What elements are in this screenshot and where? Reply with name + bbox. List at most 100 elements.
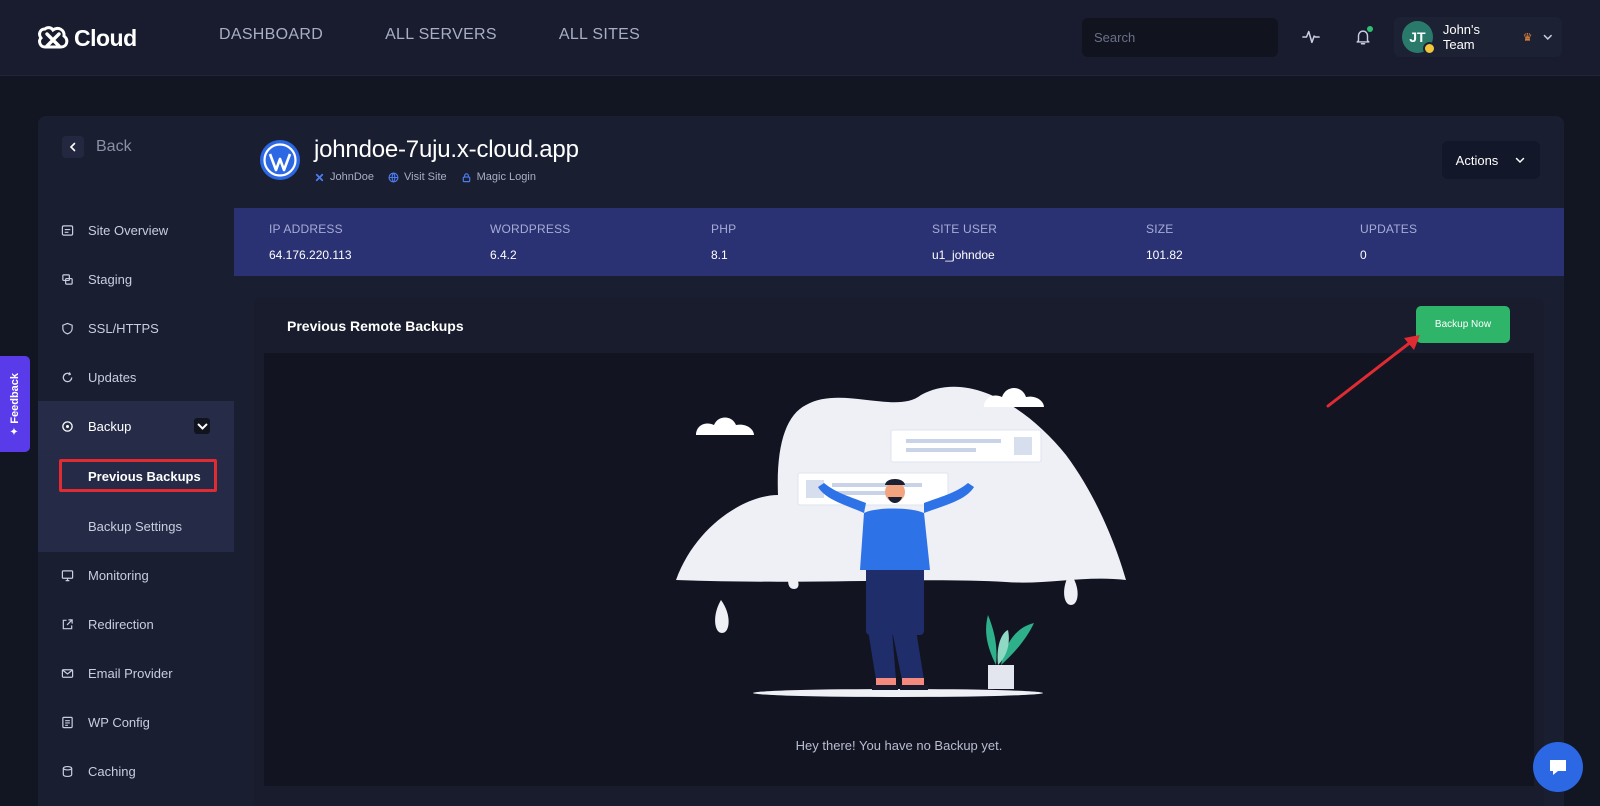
team-switcher[interactable]: JT John's Team ♛ (1394, 17, 1562, 57)
empty-state-message: Hey there! You have no Backup yet. (795, 738, 1003, 753)
sidebar-item-site-overview[interactable]: Site Overview (38, 205, 234, 255)
sidebar-item-monitoring[interactable]: Monitoring (38, 550, 234, 600)
feedback-text: Feedback (9, 372, 22, 424)
notification-dot (1367, 26, 1373, 32)
sidebar-item-backup[interactable]: Backup (38, 401, 234, 451)
sidebar-item-ssl[interactable]: SSL/HTTPS (38, 303, 234, 353)
stat-label: WORDPRESS (490, 222, 571, 236)
refresh-icon (62, 371, 73, 382)
main-nav: DASHBOARD ALL SERVERS ALL SITES (219, 26, 640, 44)
sidebar-item-redirection[interactable]: Redirection (38, 599, 234, 649)
lock-icon (462, 172, 470, 182)
stat-wordpress: WORDPRESS 6.4.2 (490, 222, 570, 262)
visit-site-link[interactable]: Visit Site (388, 171, 447, 183)
sidebar-item-caching[interactable]: Caching (38, 746, 234, 796)
nav-all-servers[interactable]: ALL SERVERS (385, 26, 497, 44)
sidebar-item-updates[interactable]: Updates (38, 352, 234, 402)
xcloud-logo-icon (38, 26, 69, 49)
xcloud-small-icon (315, 173, 324, 181)
nav-all-sites[interactable]: ALL SITES (559, 26, 640, 44)
top-navbar: Cloud DASHBOARD ALL SERVERS ALL SITES JT… (0, 0, 1600, 76)
search-box (1082, 18, 1278, 57)
site-stats-bar: IP ADDRESS 64.176.220.113 WORDPRESS 6.4.… (234, 208, 1564, 276)
stat-site-user: SITE USER u1_johndoe (932, 222, 997, 262)
visit-site-label: Visit Site (404, 171, 447, 183)
site-owner: JohnDoe (330, 171, 375, 183)
sidebar-item-wp-config[interactable]: WP Config (38, 697, 234, 747)
sidebar-item-label: Redirection (88, 616, 154, 632)
stat-label: SIZE (1146, 222, 1174, 236)
stat-size: SIZE 101.82 (1146, 222, 1183, 262)
pulse-icon (1302, 30, 1320, 44)
magic-login-label: Magic Login (476, 171, 536, 183)
sidebar-item-label: Caching (88, 763, 136, 779)
back-button[interactable]: Back (62, 136, 132, 158)
search-input[interactable] (1094, 30, 1270, 45)
actions-dropdown[interactable]: Actions (1442, 141, 1540, 179)
chevron-left-icon (62, 136, 84, 158)
feedback-label: ✦ Feedback (9, 372, 22, 436)
mail-icon (61, 668, 74, 678)
sidebar-item-label: SSL/HTTPS (88, 320, 159, 336)
stat-label: PHP (711, 222, 737, 236)
backups-empty-state: Hey there! You have no Backup yet. (264, 353, 1534, 786)
sidebar-item-label: Backup (88, 418, 132, 434)
config-icon (62, 716, 73, 728)
chevron-down-icon (1544, 34, 1553, 40)
stat-label: SITE USER (932, 222, 998, 236)
magic-login-link[interactable]: Magic Login (461, 171, 536, 183)
chat-icon (1550, 760, 1566, 775)
nav-dashboard[interactable]: DASHBOARD (219, 26, 323, 44)
avatar: JT (1402, 21, 1436, 55)
notifications-button[interactable] (1350, 24, 1376, 50)
site-sidebar: Back Site Overview Staging SSL/HTTPS Upd… (38, 116, 234, 806)
shield-icon (62, 322, 73, 335)
stat-value: 6.4.2 (490, 248, 517, 262)
backup-icon (62, 420, 73, 432)
activity-button[interactable] (1298, 24, 1324, 50)
sidebar-item-email-provider[interactable]: Email Provider (38, 648, 234, 698)
highlight-box (59, 459, 217, 492)
stat-value: 64.176.220.113 (269, 248, 352, 262)
sidebar-item-label: Email Provider (88, 665, 173, 681)
backup-now-button[interactable]: Backup Now (1416, 306, 1510, 343)
actions-label: Actions (1455, 152, 1499, 168)
stat-value: 8.1 (711, 248, 728, 262)
overview-icon (61, 224, 74, 236)
page-title: johndoe-7uju.x-cloud.app (314, 136, 579, 163)
backup-submenu: Previous Backups Backup Settings (38, 450, 234, 552)
sidebar-item-label: Staging (88, 271, 133, 287)
cache-icon (62, 765, 73, 777)
staging-icon (62, 273, 73, 285)
external-link-icon (62, 618, 73, 629)
globe-icon (388, 172, 399, 183)
sidebar-item-label: Site Overview (88, 222, 169, 238)
chat-support-button[interactable] (1533, 742, 1583, 792)
empty-state-illustration (676, 386, 1126, 697)
sidebar-item-label: WP Config (88, 714, 150, 730)
monitor-icon (61, 569, 74, 581)
avatar-initials: JT (1409, 29, 1426, 45)
site-header: johndoe-7uju.x-cloud.app JohnDoe Visit S… (260, 136, 579, 183)
team-name: John's Team (1442, 22, 1481, 52)
submenu-backup-settings[interactable]: Backup Settings (88, 519, 182, 534)
stat-value: 101.82 (1146, 248, 1183, 262)
brand-logo[interactable]: Cloud (36, 18, 137, 58)
chevron-down-icon[interactable] (194, 418, 210, 434)
annotation-arrow (1326, 335, 1420, 408)
stat-php: PHP 8.1 (711, 222, 736, 262)
site-main-panel: johndoe-7uju.x-cloud.app JohnDoe Visit S… (234, 116, 1564, 806)
crown-badge-icon (1422, 42, 1436, 55)
back-label: Back (96, 138, 132, 155)
sidebar-item-staging[interactable]: Staging (38, 254, 234, 304)
site-links: JohnDoe Visit Site Magic Login (314, 171, 579, 183)
sidebar-item-label: Updates (88, 369, 137, 385)
stat-value: 0 (1360, 248, 1367, 262)
stat-label: UPDATES (1360, 222, 1418, 236)
brand-name: Cloud (74, 24, 137, 51)
site-owner-link[interactable]: JohnDoe (314, 171, 374, 183)
stat-value: u1_johndoe (932, 248, 995, 262)
sidebar-item-label: Monitoring (88, 567, 149, 583)
feedback-tab[interactable]: ✦ Feedback (0, 356, 30, 452)
stat-updates: UPDATES 0 (1360, 222, 1417, 262)
